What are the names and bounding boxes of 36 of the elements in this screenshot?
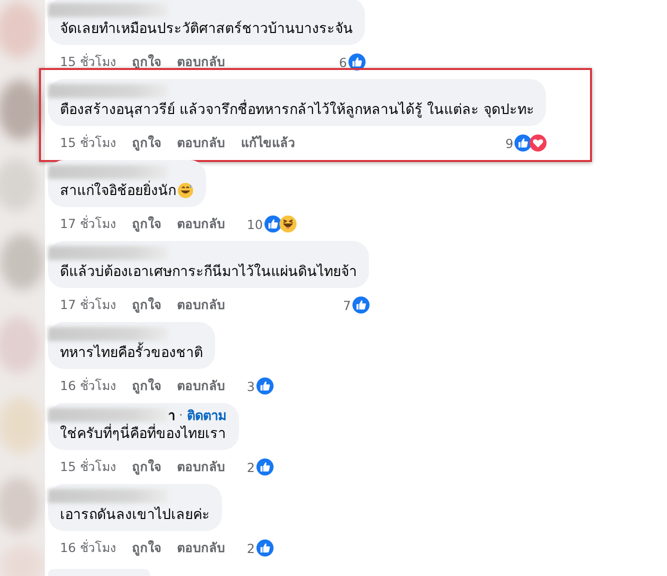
comment-action-link[interactable]: ตอบกลับ <box>176 133 225 153</box>
comment-text: จัดเลยทำเหมือนประวัติศาสตร์ชาวบ้านบางระจัน <box>60 20 353 39</box>
comment-text: ดีแล้วบ่ต้องเอาเศษการะกีนีมาไว้ในแผ่นดินไทยจ้า <box>60 262 357 282</box>
reaction-count[interactable]: 10 <box>246 216 263 232</box>
comment-action-link[interactable]: ตอบกลับ <box>176 214 225 234</box>
comment-time[interactable]: 15 ชั่วโมง <box>60 133 116 153</box>
comment-action-link[interactable]: ถูกใจ <box>132 538 161 558</box>
edited-label[interactable]: แก้ไขแล้ว <box>240 133 295 153</box>
comment-action-link[interactable]: ตอบกลับ <box>176 295 225 315</box>
reaction-count[interactable]: 3 <box>246 378 255 394</box>
comment-action-link[interactable]: ตอบกลับ <box>176 376 225 396</box>
comment-text: ทหารไทยคือรั้วของชาติ <box>60 341 203 363</box>
comment-action-link[interactable]: ถูกใจ <box>132 214 161 234</box>
comment-action-link[interactable]: ตอบกลับ <box>176 457 225 477</box>
reaction-count[interactable]: 9 <box>505 136 514 150</box>
comment-action-link[interactable]: ตอบกลับ <box>176 538 225 558</box>
reaction-count[interactable]: 2 <box>246 540 255 556</box>
comment-action-link[interactable]: ถูกใจ <box>132 52 161 72</box>
comment-action-link[interactable]: ถูกใจ <box>132 457 161 477</box>
comment-action-link[interactable]: ถูกใจ <box>132 376 161 396</box>
comment-time[interactable]: 15 ชั่วโมง <box>60 52 116 72</box>
comment-time[interactable]: 17 ชั่วโมง <box>60 295 116 315</box>
comment-time[interactable]: 17 ชั่วโมง <box>60 214 116 234</box>
comment-time[interactable]: 16 ชั่วโมง <box>60 376 116 396</box>
comment-action-link[interactable]: ตอบกลับ <box>176 52 225 72</box>
comment-time[interactable]: 15 ชั่วโมง <box>60 457 116 477</box>
reaction-count[interactable]: 7 <box>343 298 351 312</box>
comment-action-link[interactable]: ถูกใจ <box>132 295 161 315</box>
comment-time[interactable]: 16 ชั่วโมง <box>60 538 116 558</box>
comment-text: ตืองสร้างอนุสาวรีย์ แล้วจารึกชื่อทหารกล้าไว้ให้ลูกหลานได้รู้ ในแต่ละ จุดปะทะ <box>60 98 534 120</box>
comment-action-link[interactable]: ถูกใจ <box>132 133 161 153</box>
comment-text: สาแก่ใจอิช้อยยิ่งนัก <box>60 179 176 201</box>
separator: · <box>179 408 183 422</box>
reaction-count[interactable]: 6 <box>339 54 347 70</box>
comment-text: เอารถดันลงเขาไปเลยค่ะ <box>60 506 210 525</box>
reaction-count[interactable]: 2 <box>246 460 255 474</box>
